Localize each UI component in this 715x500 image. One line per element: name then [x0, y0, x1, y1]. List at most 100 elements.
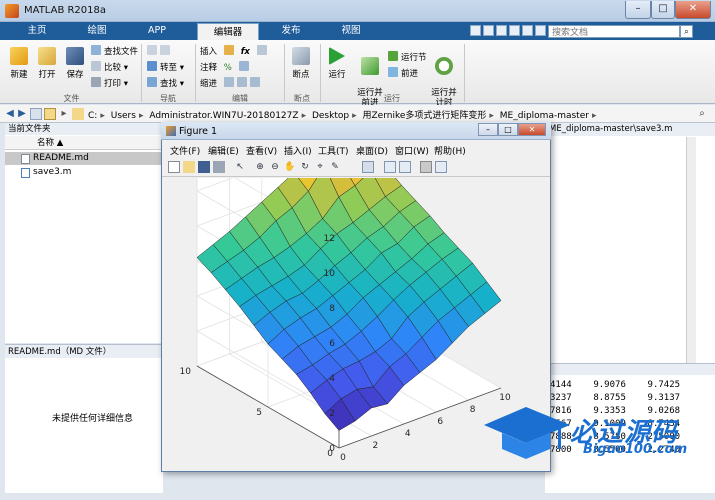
address-search-icon[interactable]: ⌕ [696, 108, 708, 120]
insert-legend-icon[interactable] [399, 161, 411, 173]
brush-icon[interactable]: ✎ [329, 161, 341, 173]
y-tick-label: 5 [256, 408, 262, 418]
breadcrumb: C: ▸ Users ▸ Administrator.WIN7U-20180127Z… [88, 111, 597, 121]
forward-icon[interactable]: ▶ [16, 108, 28, 120]
menu-window[interactable]: 窗口(W) [395, 144, 429, 157]
open-file-icon[interactable] [183, 161, 195, 173]
menu-insert[interactable]: 插入(I) [284, 144, 312, 157]
goto-button[interactable]: 转至 ▾ [147, 60, 184, 76]
tab-apps[interactable]: APP [128, 22, 186, 40]
menu-desktop[interactable]: 桌面(D) [356, 144, 388, 157]
comment-button[interactable]: 注释 % [200, 60, 270, 76]
cut-quick-icon[interactable] [483, 25, 494, 36]
print-button[interactable]: 打印 ▾ [91, 76, 138, 92]
hide-plot-tools-icon[interactable] [420, 161, 432, 173]
data-cursor-icon[interactable]: ⌖ [314, 161, 326, 173]
breakpoints-button[interactable]: 断点 [286, 47, 316, 80]
dropdown-arrow-icon[interactable]: ▸ [58, 108, 70, 120]
details-empty-text: 未提供任何详细信息 [52, 414, 134, 424]
menu-view[interactable]: 查看(V) [246, 144, 277, 157]
tab-editor[interactable]: 编辑器 [197, 23, 259, 40]
insert-button[interactable]: 插入 fx [200, 44, 270, 60]
breakpoints-icon [292, 47, 310, 65]
insert-section-icon [223, 45, 234, 55]
compare-button[interactable]: 比较 ▾ [91, 60, 138, 76]
name-column-header[interactable]: 名称 ▲ [5, 136, 163, 150]
title-bar [0, 0, 715, 22]
tab-plots[interactable]: 绘图 [68, 22, 126, 40]
save-figure-icon[interactable] [198, 161, 210, 173]
save-quick-icon[interactable] [470, 25, 481, 36]
copy-quick-icon[interactable] [496, 25, 507, 36]
menu-edit[interactable]: 编辑(E) [208, 144, 239, 157]
editor-file-tab[interactable]: ME_diploma-master\save3.m [545, 123, 715, 136]
fx-icon[interactable]: fx [241, 47, 250, 57]
group-label-breakpoints: 断点 [294, 94, 310, 103]
save-button[interactable]: 保存 [60, 47, 90, 80]
zoom-out-icon[interactable]: ⊖ [269, 161, 281, 173]
tab-view[interactable]: 视图 [322, 22, 380, 40]
search-icon[interactable]: ⌕ [680, 25, 693, 38]
figure-maximize-button[interactable]: □ [498, 123, 518, 136]
new-figure-icon[interactable] [168, 161, 180, 173]
breadcrumb-item[interactable]: 用Zernike多项式进行矩阵变形 [363, 111, 487, 121]
z-tick-label: 4 [329, 374, 335, 384]
new-file-icon [10, 47, 28, 65]
editor-scrollbar[interactable] [686, 137, 696, 363]
breadcrumb-item[interactable]: ME_diploma-master [500, 111, 589, 121]
quick-access-toolbar [470, 25, 548, 39]
matlab-logo-icon [5, 4, 19, 18]
file-row-readme[interactable]: README.md [5, 152, 163, 165]
redo-quick-icon[interactable] [535, 25, 546, 36]
up-folder-icon[interactable] [30, 108, 42, 120]
link-plot-icon[interactable] [362, 161, 374, 173]
z-tick-label: 6 [329, 339, 335, 349]
browse-folder-icon[interactable] [44, 108, 56, 120]
find-icon [147, 77, 157, 87]
maximize-button[interactable]: □ [651, 1, 675, 19]
x-tick-label: 4 [405, 429, 411, 439]
advance-button[interactable]: 前进 [388, 66, 427, 82]
find-button[interactable]: 查找 ▾ [147, 76, 184, 92]
pan-hand-icon[interactable]: ✋ [284, 161, 296, 173]
tab-home[interactable]: 主页 [8, 22, 66, 40]
breadcrumb-item[interactable]: C: [88, 111, 97, 121]
figure-minimize-button[interactable]: – [478, 123, 498, 136]
find-files-button[interactable]: 查找文件 [91, 44, 138, 60]
indent-button[interactable]: 缩进 [200, 76, 270, 92]
figure-close-button[interactable]: ✕ [518, 123, 546, 136]
file-row-save3[interactable]: save3.m [5, 166, 163, 179]
zoom-in-icon[interactable]: ⊕ [254, 161, 266, 173]
y-tick-label: 0 [327, 449, 333, 459]
percent-comment-icon[interactable]: % [224, 63, 232, 73]
back-forward-buttons[interactable] [147, 44, 184, 60]
breadcrumb-item[interactable]: Users [111, 111, 136, 121]
menu-tools[interactable]: 工具(T) [318, 144, 349, 157]
close-button[interactable]: ✕ [675, 1, 711, 19]
undo-quick-icon[interactable] [522, 25, 533, 36]
menu-file[interactable]: 文件(F) [170, 144, 200, 157]
search-documentation-input[interactable] [548, 25, 680, 38]
pointer-icon[interactable]: ↖ [234, 161, 246, 173]
back-icon[interactable]: ◀ [4, 108, 16, 120]
y-tick-label: 10 [180, 367, 192, 377]
current-folder-header: 当前文件夹 [5, 123, 163, 135]
menu-help[interactable]: 帮助(H) [434, 144, 466, 157]
breadcrumb-item[interactable]: Administrator.WIN7U-20180127Z [149, 111, 298, 121]
breadcrumb-item[interactable]: Desktop [312, 111, 349, 121]
print-figure-icon[interactable] [213, 161, 225, 173]
paste-quick-icon[interactable] [509, 25, 520, 36]
run-button[interactable]: 运行 [322, 47, 352, 80]
watermark-url: Biguo100.com [583, 442, 688, 457]
rotate-3d-icon[interactable]: ↻ [299, 161, 311, 173]
minimize-button[interactable]: – [625, 1, 651, 19]
open-button[interactable]: 打开 [32, 47, 62, 80]
tab-publish[interactable]: 发布 [262, 22, 320, 40]
x-tick-label: 6 [437, 417, 443, 427]
run-section-button[interactable]: 运行节 [388, 50, 427, 66]
x-tick-label: 10 [499, 393, 511, 403]
show-plot-tools-icon[interactable] [435, 161, 447, 173]
insert-colorbar-icon[interactable] [384, 161, 396, 173]
z-tick-label: 12 [324, 234, 335, 244]
new-button[interactable]: 新建 [4, 47, 34, 80]
